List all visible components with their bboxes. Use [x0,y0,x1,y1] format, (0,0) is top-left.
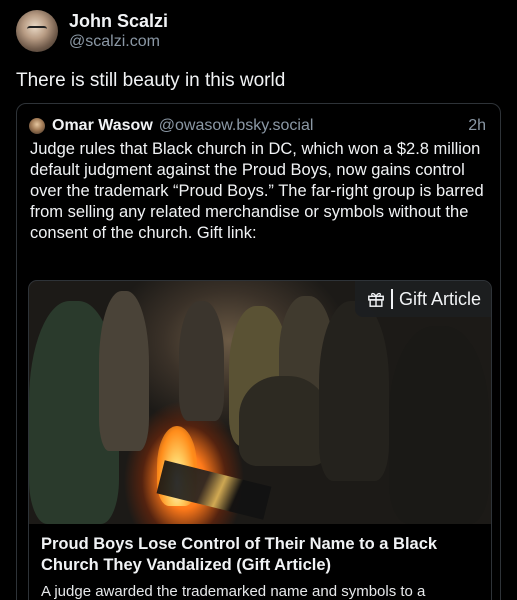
quote-author-avatar[interactable] [29,118,45,134]
crowd-figure [179,301,224,421]
gift-article-badge[interactable]: Gift Article [354,281,491,317]
link-card-body[interactable]: Proud Boys Lose Control of Their Name to… [29,524,491,600]
burning-flag [156,460,272,520]
quoted-post[interactable]: Omar Wasow @owasow.bsky.social 2h Judge … [16,103,501,600]
post: John Scalzi @scalzi.com There is still b… [0,0,517,600]
link-card-image[interactable]: Gift Article [29,281,491,524]
post-text: There is still beauty in this world [16,70,286,91]
quote-header: Omar Wasow @owasow.bsky.social 2h [29,115,488,137]
gift-article-label: Gift Article [398,288,481,309]
gift-icon [368,292,384,307]
quote-author-name[interactable]: Omar Wasow [52,117,153,135]
author-avatar[interactable] [16,10,58,52]
crowd-figure [99,291,149,451]
author-display-name[interactable]: John Scalzi [69,10,168,32]
crowd-figure [319,301,389,481]
author-handle[interactable]: @scalzi.com [69,32,168,52]
quote-timestamp[interactable]: 2h [468,117,486,135]
author-info: John Scalzi @scalzi.com [69,10,168,52]
avatar-glasses-detail [27,26,47,34]
crowd-figure [389,326,489,524]
quote-text: Judge rules that Black church in DC, whi… [30,140,484,242]
link-card-title[interactable]: Proud Boys Lose Control of Their Name to… [41,534,479,576]
link-card[interactable]: Gift Article Proud Boys Lose Control of … [28,280,492,600]
post-header: John Scalzi @scalzi.com [16,8,501,54]
quote-author-handle[interactable]: @owasow.bsky.social [159,117,468,135]
crowd-figure [239,376,329,466]
link-card-description: A judge awarded the trademarked name and… [41,583,426,600]
badge-separator [390,289,393,309]
